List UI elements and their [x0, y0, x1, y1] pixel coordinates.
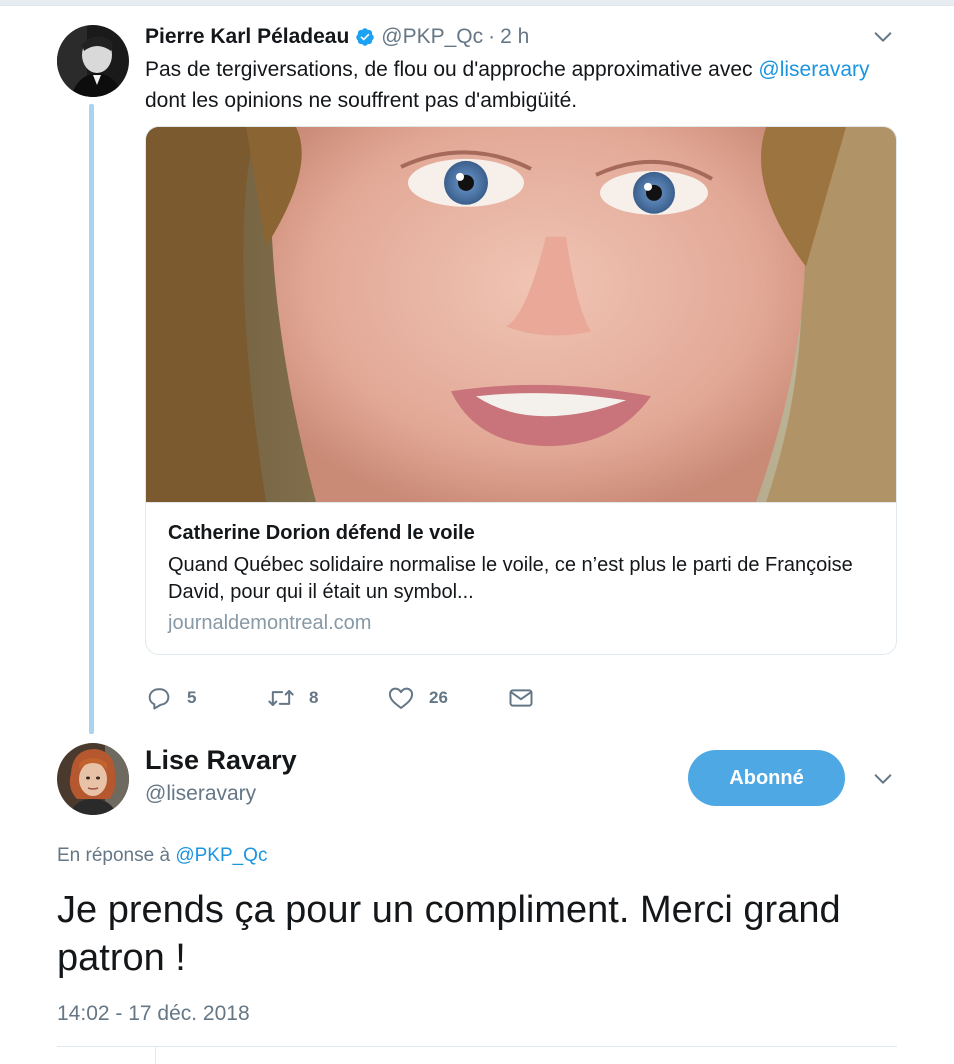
- parent-tweet-text: Pas de tergiversations, de flou ou d'app…: [145, 54, 875, 116]
- in-reply-to-prefix: En réponse à: [57, 845, 176, 866]
- link-preview-card[interactable]: Catherine Dorion défend le voile Quand Q…: [145, 126, 897, 655]
- reply-icon: [148, 688, 170, 710]
- card-title: Catherine Dorion défend le voile: [168, 522, 475, 544]
- parent-text-part1: Pas de tergiversations, de flou ou d'app…: [145, 58, 759, 81]
- reply-count: 5: [187, 688, 197, 707]
- divider: [57, 1046, 897, 1047]
- parent-tweet-header: Pierre Karl Péladeau @PKP_Qc · 2 h: [145, 22, 529, 52]
- verified-badge-icon: [356, 28, 375, 46]
- in-reply-to: En réponse à @PKP_Qc: [57, 845, 267, 867]
- parent-text-part2: dont les opinions ne souffrent pas d'amb…: [145, 89, 578, 112]
- like-count: 26: [429, 688, 448, 707]
- thread-connector-line: [89, 104, 94, 734]
- reply-author-handle[interactable]: @liseravary: [145, 782, 256, 806]
- reply-button[interactable]: 5: [145, 680, 196, 716]
- retweet-count: 8: [309, 688, 319, 707]
- like-button[interactable]: 26: [387, 680, 448, 716]
- reply-tweet-timestamp[interactable]: 14:02 - 17 déc. 2018: [57, 1002, 250, 1026]
- retweet-button[interactable]: 8: [267, 680, 318, 716]
- chevron-down-icon[interactable]: [872, 26, 894, 48]
- retweet-icon: [268, 690, 294, 706]
- mention-link-liseravary[interactable]: @liseravary: [758, 58, 869, 81]
- avatar-lise-ravary[interactable]: [57, 743, 129, 815]
- heart-icon: [388, 687, 414, 709]
- follow-button[interactable]: Abonné: [688, 750, 845, 806]
- envelope-icon: [509, 689, 533, 707]
- parent-tweet-actions: 5 8 26: [145, 680, 565, 716]
- separator-dot: ·: [488, 25, 496, 48]
- avatar-pkp[interactable]: [57, 25, 129, 97]
- parent-author-name[interactable]: Pierre Karl Péladeau: [145, 25, 349, 49]
- avatar-pkp-image: [57, 25, 129, 97]
- card-photo: [146, 127, 896, 503]
- direct-message-button[interactable]: [507, 680, 535, 716]
- divider-tick: [155, 1047, 156, 1064]
- card-description: Quand Québec solidaire normalise le voil…: [168, 554, 853, 603]
- chevron-down-icon[interactable]: [872, 768, 894, 790]
- parent-tweet-time[interactable]: 2 h: [500, 25, 529, 49]
- top-edge: [0, 0, 954, 6]
- mention-link-pkp[interactable]: @PKP_Qc: [175, 845, 267, 866]
- reply-tweet-text: Je prends ça pour un compliment. Merci g…: [57, 889, 841, 979]
- reply-author-name[interactable]: Lise Ravary: [145, 745, 297, 776]
- parent-author-handle[interactable]: @PKP_Qc: [381, 25, 483, 49]
- card-domain: journaldemontreal.com: [168, 612, 372, 634]
- avatar-lise-ravary-image: [57, 743, 129, 815]
